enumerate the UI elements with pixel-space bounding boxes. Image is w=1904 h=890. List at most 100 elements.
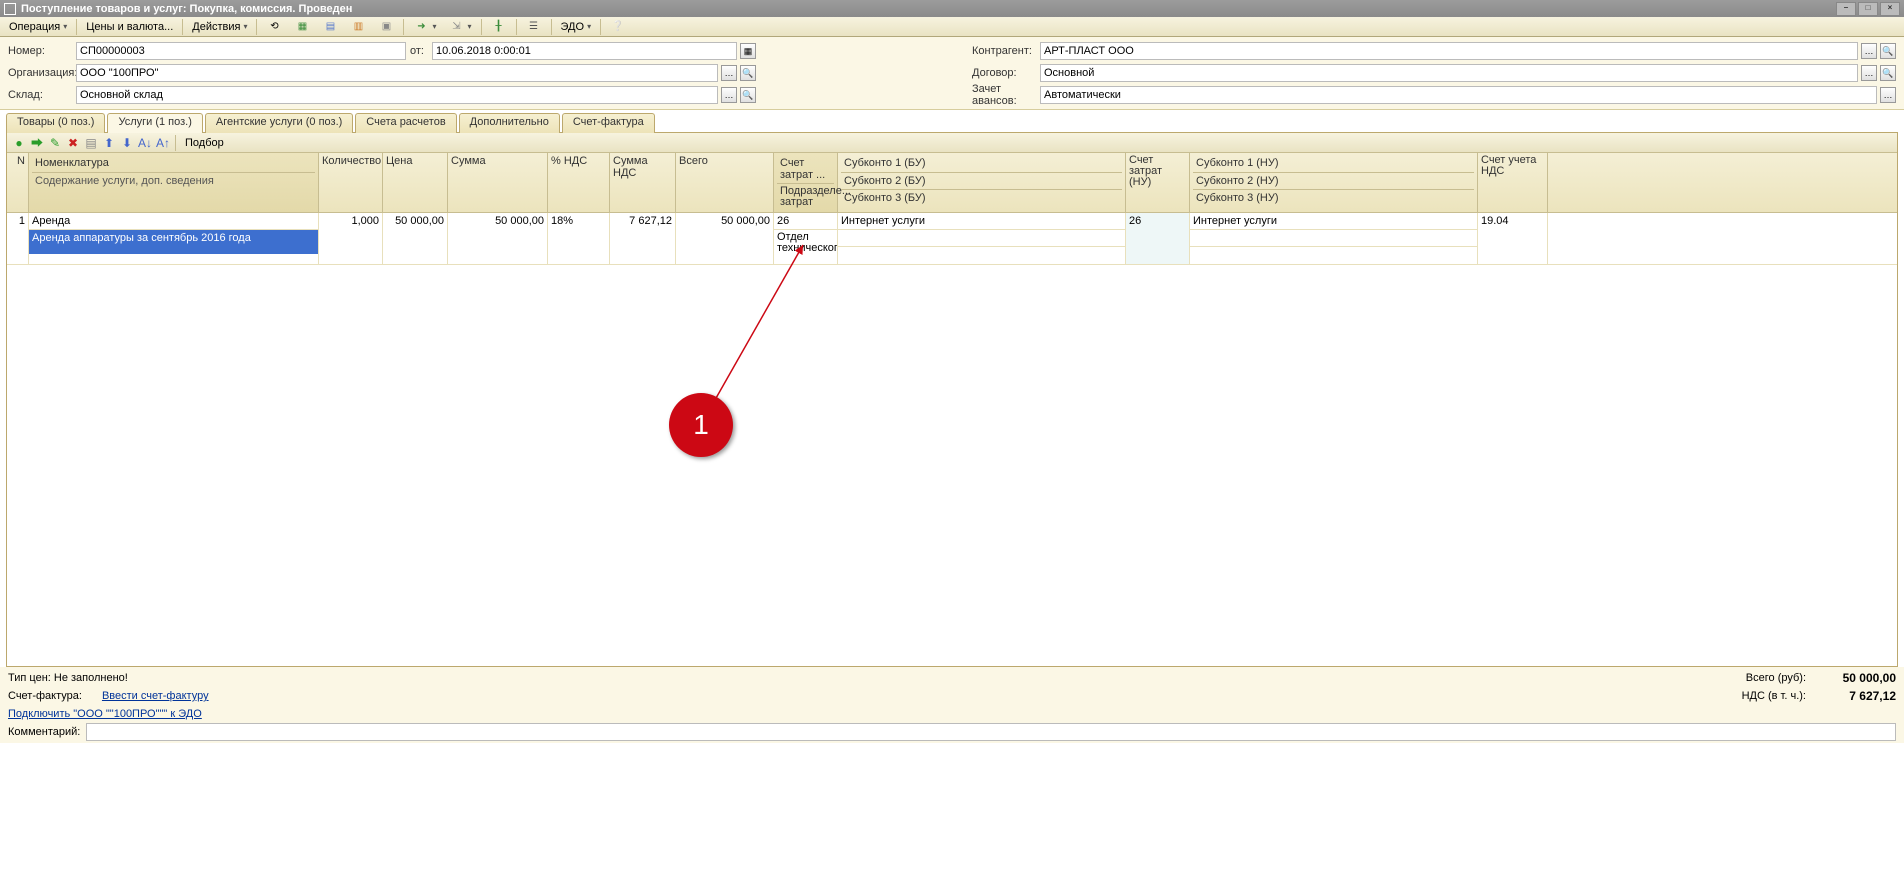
date-input[interactable]: 10.06.2018 0:00:01: [432, 42, 737, 60]
org-select-button[interactable]: …: [721, 65, 737, 81]
advances-select-button[interactable]: …: [1880, 87, 1896, 103]
magnifier-icon: 🔍: [1882, 68, 1893, 79]
tb-icon-9[interactable]: ☰: [521, 18, 547, 36]
col-vatsum[interactable]: Сумма НДС: [610, 153, 676, 212]
grid-header: N Номенклатура Содержание услуги, доп. с…: [7, 153, 1897, 213]
document-icon: ▦: [294, 19, 310, 35]
advances-input[interactable]: Автоматически: [1040, 86, 1877, 104]
col-vatacct[interactable]: Счет учета НДС: [1478, 153, 1548, 212]
contract-label: Договор:: [972, 67, 1036, 79]
actions-menu[interactable]: Действия: [187, 18, 252, 36]
app-icon: [4, 3, 16, 15]
tab-strip: Товары (0 поз.) Услуги (1 поз.) Агентски…: [6, 112, 1898, 132]
tb-icon-2[interactable]: ▦: [289, 18, 315, 36]
prices-button[interactable]: Цены и валюта...: [81, 18, 178, 36]
col-qty[interactable]: Количество: [319, 153, 383, 212]
advances-label: Зачет авансов:: [972, 83, 1036, 107]
col-total[interactable]: Всего: [676, 153, 774, 212]
calendar-icon: ▦: [744, 46, 753, 57]
delete-row-button[interactable]: ✖: [65, 135, 81, 151]
col-cost[interactable]: Счет затрат ... Подразделе... затрат: [774, 153, 838, 212]
col-nomen[interactable]: Номенклатура Содержание услуги, доп. све…: [29, 153, 319, 212]
cell-n: 1: [7, 213, 29, 264]
sort-desc-button[interactable]: A↑: [155, 135, 171, 151]
cell-vatsum: 7 627,12: [610, 213, 676, 264]
refresh-arrows-icon: ⟲: [266, 19, 282, 35]
close-button[interactable]: ×: [1880, 2, 1900, 16]
help-button[interactable]: ❔: [605, 18, 631, 36]
tb-icon-6[interactable]: ➜: [408, 18, 441, 36]
tab-services[interactable]: Услуги (1 поз.): [107, 113, 202, 133]
date-picker-button[interactable]: ▦: [740, 43, 756, 59]
maximize-button[interactable]: □: [1858, 2, 1878, 16]
edo-link[interactable]: Подключить "ООО ""100ПРО""" к ЭДО: [8, 708, 202, 720]
structure-icon: ╂: [491, 19, 507, 35]
col-costn[interactable]: Счет затрат (НУ): [1126, 153, 1190, 212]
warehouse-open-button[interactable]: 🔍: [740, 87, 756, 103]
move-up-button[interactable]: ⬆: [101, 135, 117, 151]
warehouse-select-button[interactable]: …: [721, 87, 737, 103]
cell-vatacct: 19.04: [1478, 213, 1548, 264]
grid-body[interactable]: 1 Аренда Аренда аппаратуры за сентябрь 2…: [7, 213, 1897, 666]
selection-button[interactable]: Подбор: [180, 134, 229, 152]
org-input[interactable]: ООО "100ПРО": [76, 64, 718, 82]
number-label: Номер:: [8, 45, 72, 57]
cell-costn: 26: [1126, 213, 1190, 264]
tb-icon-3[interactable]: ▤: [317, 18, 343, 36]
tb-icon-7[interactable]: ⇲: [444, 18, 477, 36]
org-open-button[interactable]: 🔍: [740, 65, 756, 81]
cell-subn: Интернет услуги: [1190, 213, 1478, 264]
tab-accounts[interactable]: Счета расчетов: [355, 113, 456, 133]
tab-agent[interactable]: Агентские услуги (0 поз.): [205, 113, 353, 133]
tb-icon-4[interactable]: ▥: [345, 18, 371, 36]
insert-row-button[interactable]: ⮕: [29, 135, 45, 151]
tb-icon-1[interactable]: ⟲: [261, 18, 287, 36]
contract-select-button[interactable]: …: [1861, 65, 1877, 81]
edit-row-button[interactable]: ✎: [47, 135, 63, 151]
annotation-number: 1: [669, 393, 733, 457]
invoice-label: Счет-фактура:: [8, 690, 82, 702]
copy-row-button[interactable]: ▤: [83, 135, 99, 151]
tb-icon-5[interactable]: ▣: [373, 18, 399, 36]
comment-input[interactable]: [86, 723, 1896, 741]
tab-content: ● ⮕ ✎ ✖ ▤ ⬆ ⬇ A↓ A↑ Подбор N Номенклатур…: [6, 132, 1898, 667]
tab-goods[interactable]: Товары (0 поз.): [6, 113, 105, 133]
main-toolbar: Операция Цены и валюта... Действия ⟲ ▦ ▤…: [0, 17, 1904, 37]
operation-menu[interactable]: Операция: [4, 18, 72, 36]
cell-cost: 26 Отдел технического: [774, 213, 838, 264]
table-row[interactable]: 1 Аренда Аренда аппаратуры за сентябрь 2…: [7, 213, 1897, 265]
header-form: Номер: СП00000003 от: 10.06.2018 0:00:01…: [0, 37, 1904, 110]
cell-total: 50 000,00: [676, 213, 774, 264]
cell-sub: Интернет услуги: [838, 213, 1126, 264]
col-sub[interactable]: Субконто 1 (БУ) Субконто 2 (БУ) Субконто…: [838, 153, 1126, 212]
sort-asc-button[interactable]: A↓: [137, 135, 153, 151]
contract-open-button[interactable]: 🔍: [1880, 65, 1896, 81]
warehouse-input[interactable]: Основной склад: [76, 86, 718, 104]
tab-invoice[interactable]: Счет-фактура: [562, 113, 655, 133]
help-icon: ❔: [610, 19, 626, 35]
col-n[interactable]: N: [7, 153, 29, 212]
counterparty-input[interactable]: АРТ-ПЛАСТ ООО: [1040, 42, 1858, 60]
minimize-button[interactable]: –: [1836, 2, 1856, 16]
number-input[interactable]: СП00000003: [76, 42, 406, 60]
invoice-link[interactable]: Ввести счет-фактуру: [102, 690, 209, 702]
tb-icon-8[interactable]: ╂: [486, 18, 512, 36]
tab-additional[interactable]: Дополнительно: [459, 113, 560, 133]
cell-nomen: Аренда Аренда аппаратуры за сентябрь 201…: [29, 213, 319, 264]
vat-value: 7 627,12: [1806, 689, 1896, 703]
book-icon: ▤: [322, 19, 338, 35]
col-vat[interactable]: % НДС: [548, 153, 610, 212]
counterparty-open-button[interactable]: 🔍: [1880, 43, 1896, 59]
grid-toolbar: ● ⮕ ✎ ✖ ▤ ⬆ ⬇ A↓ A↑ Подбор: [7, 133, 1897, 153]
move-down-button[interactable]: ⬇: [119, 135, 135, 151]
col-price[interactable]: Цена: [383, 153, 448, 212]
col-sum[interactable]: Сумма: [448, 153, 548, 212]
counterparty-select-button[interactable]: …: [1861, 43, 1877, 59]
total-value: 50 000,00: [1806, 671, 1896, 685]
window-title: Поступление товаров и услуг: Покупка, ко…: [21, 3, 352, 15]
list-icon: ☰: [526, 19, 542, 35]
contract-input[interactable]: Основной: [1040, 64, 1858, 82]
col-subn[interactable]: Субконто 1 (НУ) Субконто 2 (НУ) Субконто…: [1190, 153, 1478, 212]
add-row-button[interactable]: ●: [11, 135, 27, 151]
edo-menu[interactable]: ЭДО: [556, 18, 597, 36]
